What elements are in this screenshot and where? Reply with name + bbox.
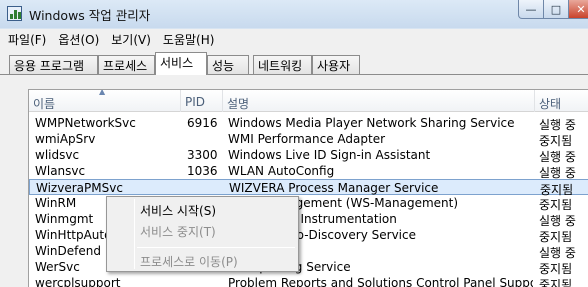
window-title: Windows 작업 관리자 [29,8,151,23]
minimize-icon: — [525,2,537,16]
cell-name: wlidsvc [35,148,80,162]
column-header-status[interactable]: 상태 [535,90,588,112]
table-row[interactable]: Wlansvc 1036 WLAN AutoConfig 실행 중 [29,163,588,180]
cell-pid: 6916 [187,116,218,130]
table-row[interactable]: wlidsvc 3300 Windows Live ID Sign-in Assis… [29,147,588,164]
cell-description: WMI Performance Adapter [228,132,386,146]
menu-view[interactable]: 보기(V) [111,31,151,48]
menu-bar: 파일(F) 옵션(O) 보기(V) 도움말(H) [0,29,588,49]
cell-status: 중지됨 [539,278,573,287]
minimize-button[interactable]: — [518,0,544,19]
table-row[interactable]: WMPNetworkSvc 6916 Windows Media Player Ne… [29,115,588,132]
cell-name: wmiApSrv [35,132,96,146]
cell-description: Windows Media Player Network Sharing Ser… [228,116,515,130]
menu-help[interactable]: 도움말(H) [163,31,215,48]
task-manager-window: Windows 작업 관리자 — □ ✕ 파일(F) 옵션(O) 보기(V) 도… [0,0,588,287]
maximize-icon: □ [550,2,562,16]
cell-description: Windows Live ID Sign-in Assistant [228,148,431,162]
column-header-name[interactable]: ▲ 이름 [29,90,181,112]
sort-ascending-icon: ▲ [99,89,106,96]
list-header: ▲ 이름 PID 설명 상태 [29,90,588,112]
tab-networking[interactable]: 네트워킹 [253,55,312,74]
table-row[interactable]: wmiApSrv WMI Performance Adapter 중지됨 [29,131,588,148]
column-header-description[interactable]: 설명 [223,90,535,112]
tab-applications[interactable]: 응용 프로그램 [9,55,98,74]
tab-services[interactable]: 서비스 [155,52,207,75]
cell-pid: 3300 [187,148,218,162]
context-menu-separator [137,247,295,248]
context-start-service[interactable]: 서비스 시작(S) [140,202,216,219]
menu-options[interactable]: 옵션(O) [58,31,99,48]
context-go-to-process: 프로세스로 이동(P) [140,255,238,269]
cell-description: WIZVERA Process Manager Service [229,181,439,195]
context-menu-gutter [134,199,135,269]
tab-performance[interactable]: 성능 [207,55,249,74]
column-name-label: 이름 [33,97,56,111]
cell-name: Wlansvc [35,164,86,178]
title-bar[interactable]: Windows 작업 관리자 — □ ✕ [0,0,588,28]
close-button[interactable]: ✕ [568,0,588,19]
table-row[interactable]: wercplsupport Problem Reports and Solutio… [29,275,588,287]
tab-strip: 응용 프로그램 프로세스 서비스 성능 네트워킹 사용자 [0,49,588,75]
context-menu: 서비스 시작(S) 서비스 중지(T) 프로세스로 이동(P) [106,196,299,272]
cell-pid: 1036 [187,164,218,178]
column-header-pid[interactable]: PID [181,90,223,112]
maximize-button[interactable]: □ [543,0,569,19]
cell-description: Problem Reports and Solutions Control Pa… [228,276,533,287]
table-row[interactable]: WizveraPMSvc WIZVERA Process Manager Serv… [29,179,588,197]
cell-description: WLAN AutoConfig [228,164,335,178]
task-manager-icon [7,6,22,21]
context-stop-service: 서비스 중지(T) [140,225,216,239]
menu-file[interactable]: 파일(F) [8,31,46,48]
tab-users[interactable]: 사용자 [312,55,360,74]
tab-processes[interactable]: 프로세스 [98,55,155,74]
close-icon: ✕ [576,2,586,16]
cell-name: WMPNetworkSvc [35,116,136,130]
cell-name: wercplsupport [35,276,121,287]
cell-name: WizveraPMSvc [36,181,123,195]
